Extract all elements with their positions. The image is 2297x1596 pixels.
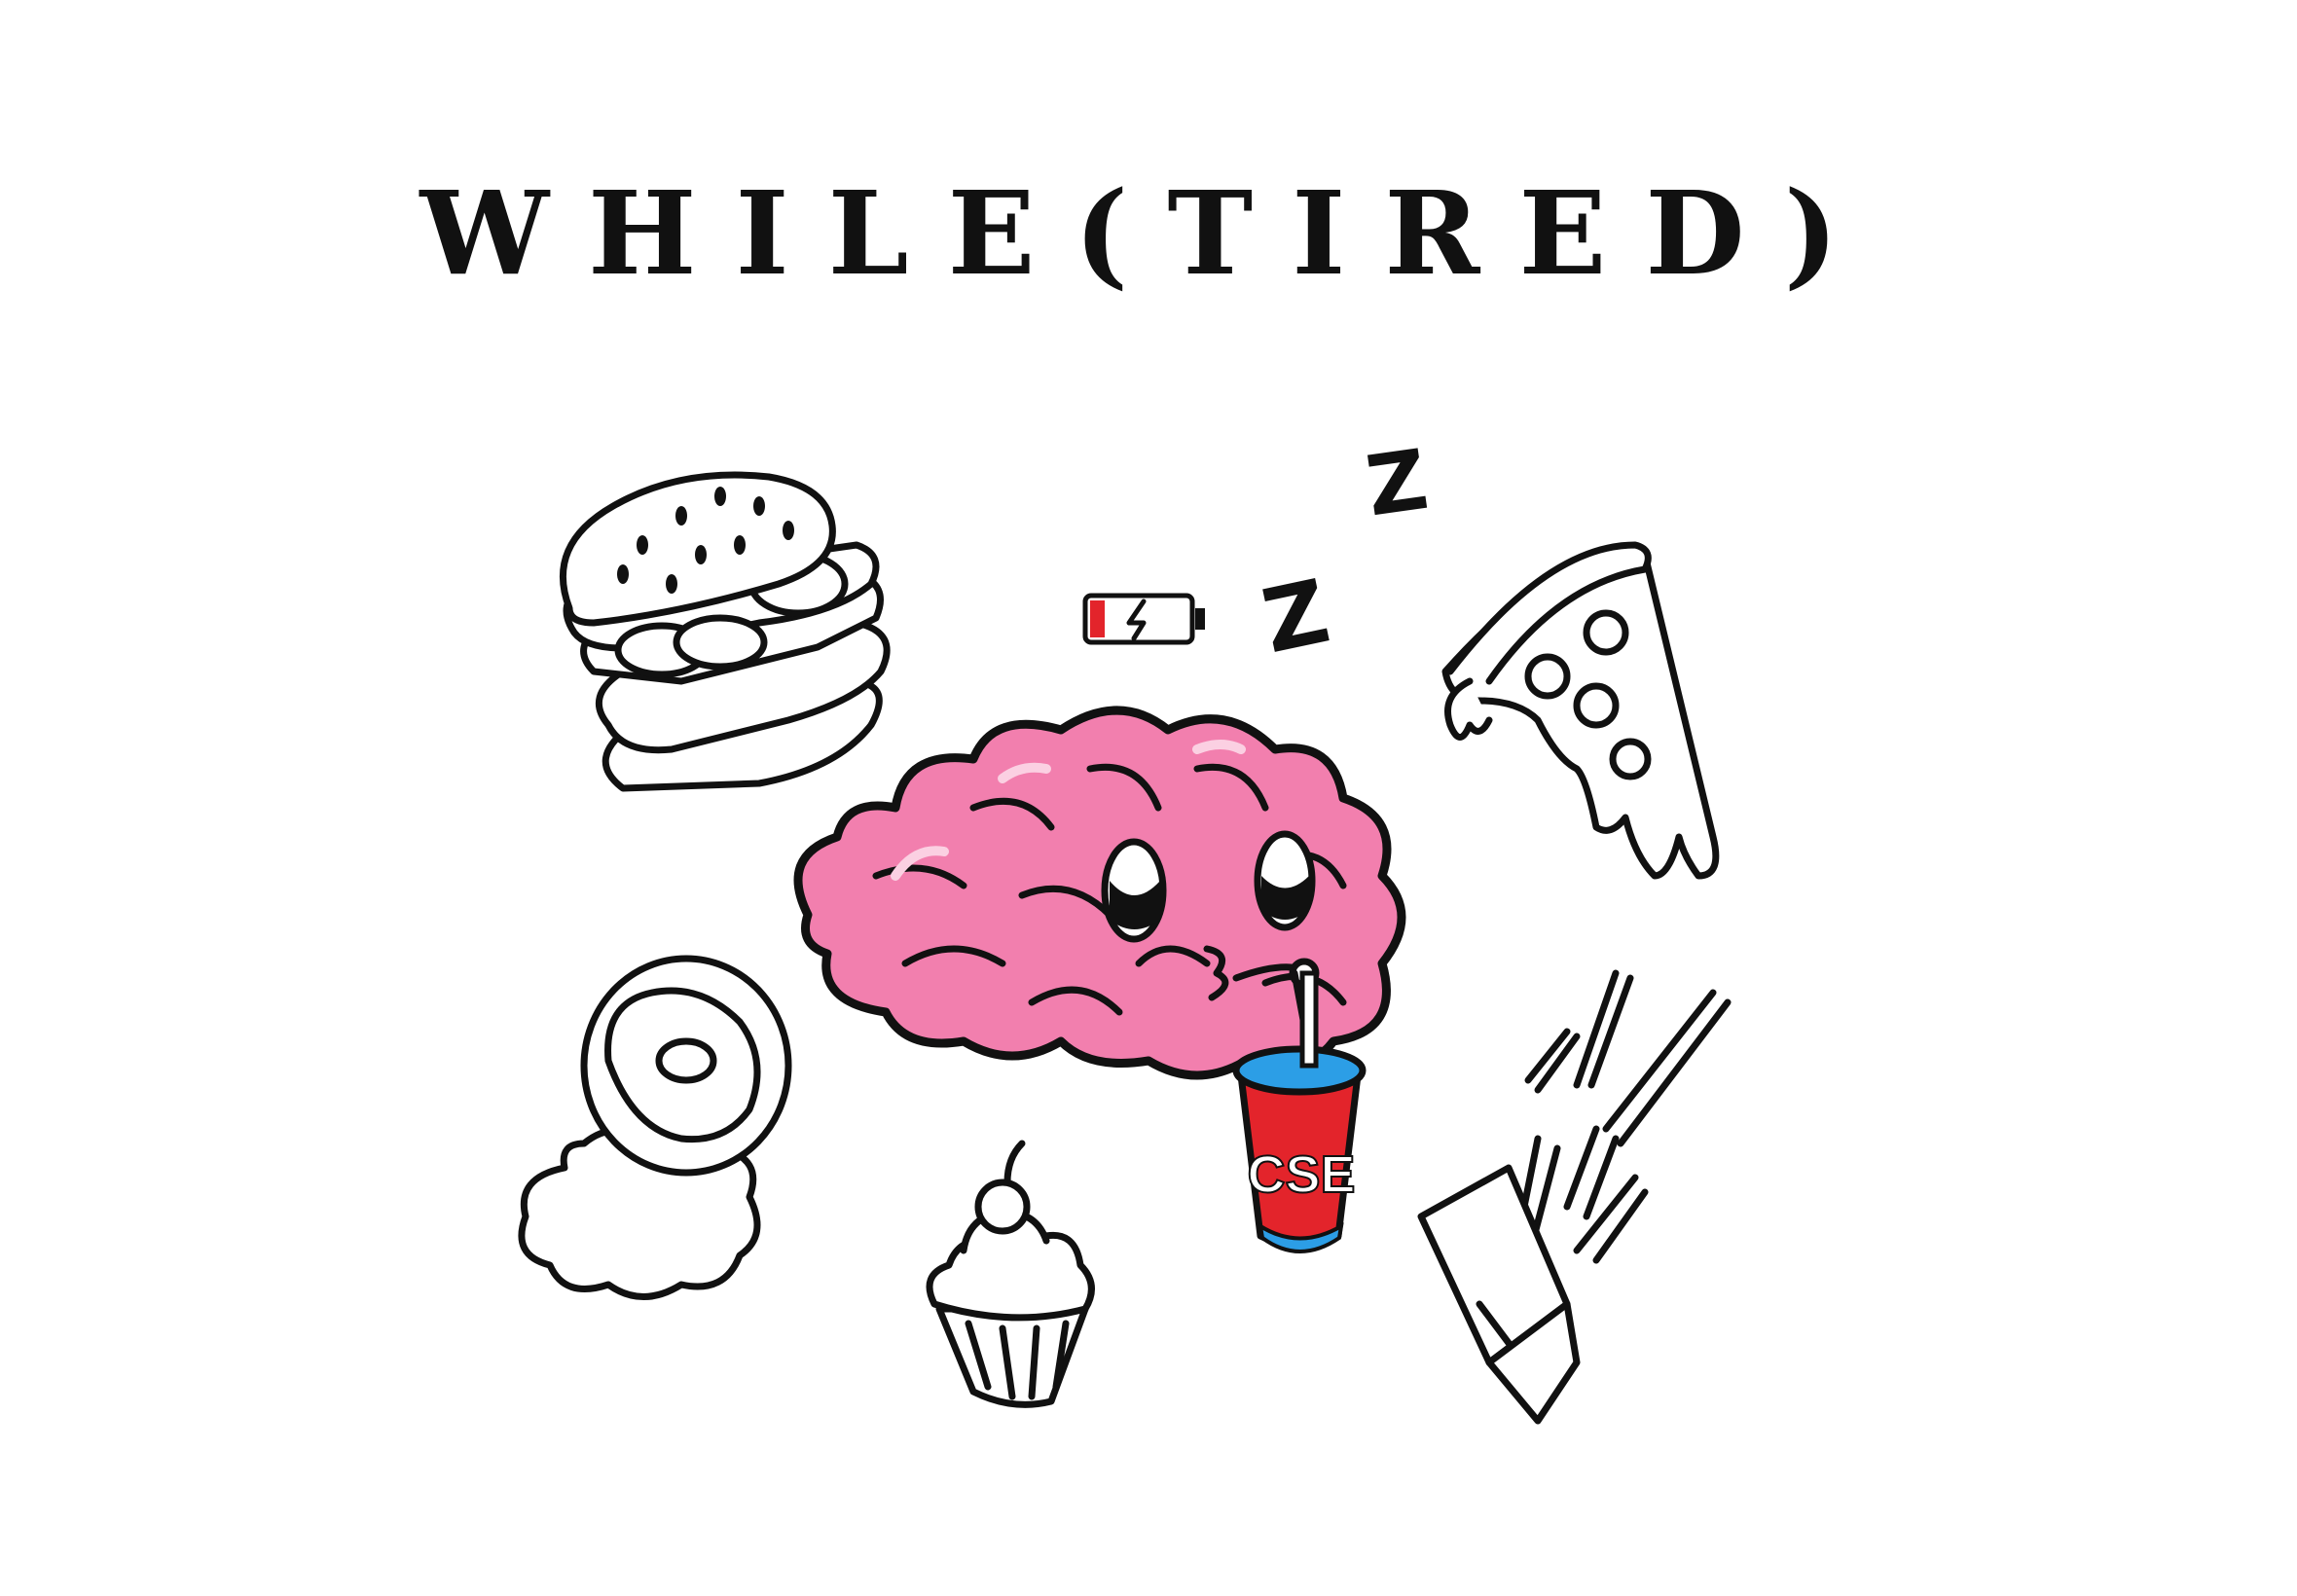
cupcake-icon <box>926 1140 1095 1408</box>
hamburger-icon <box>559 471 891 792</box>
battery-low-icon <box>1082 593 1205 645</box>
illustration-canvas: WHILE(TIRED) Z Z CSE <box>0 0 2297 1596</box>
sleep-z-small: Z <box>1255 561 1338 673</box>
fries-icon <box>1417 969 1732 1425</box>
donut-icon <box>518 955 792 1300</box>
pizza-slice-icon <box>1441 541 1720 880</box>
sleep-z-letters: Z Z <box>1255 432 1434 673</box>
sleep-z-large: Z <box>1361 432 1434 536</box>
illustration-art: Z Z CSE <box>518 432 1732 1425</box>
cup-label: CSE <box>1247 1145 1355 1204</box>
